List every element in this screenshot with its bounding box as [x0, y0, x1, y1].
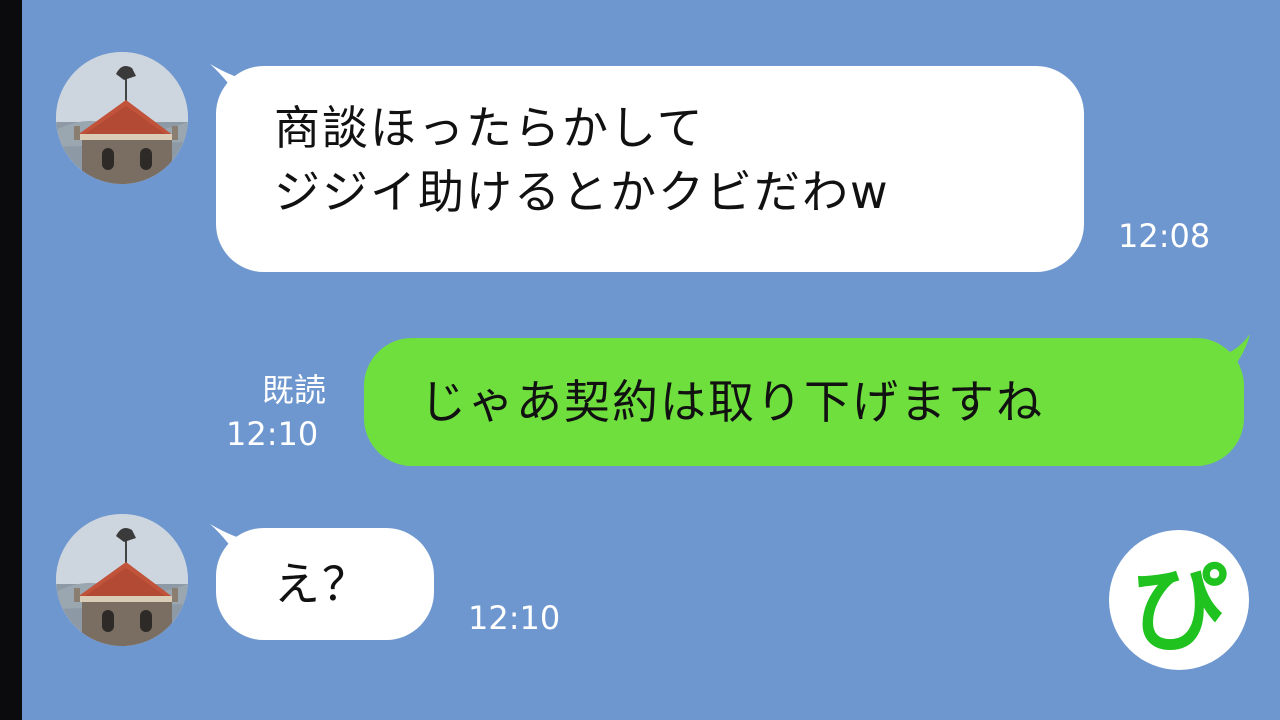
message-time: 12:10 [226, 415, 319, 453]
message-text-line: ジジイ助けるとかクビだわw [274, 165, 890, 219]
tower-weathervane-avatar-icon [56, 52, 188, 184]
pi-logo-icon: ぴ [1109, 530, 1249, 670]
message-time: 12:08 [1118, 217, 1211, 255]
pi-logo-glyph: ぴ [1131, 552, 1227, 665]
chat-screen: 商談ほったらかして ジジイ助けるとかクビだわw 12:08 既読 12:10 じ… [0, 0, 1280, 720]
message-bubble-outgoing[interactable]: じゃあ契約は取り下げますね [364, 338, 1244, 466]
message-text-line: え？ [274, 557, 370, 611]
contact-avatar[interactable] [56, 52, 188, 184]
tower-weathervane-avatar-icon [56, 514, 188, 646]
message-time: 12:10 [468, 599, 561, 637]
message-bubble-incoming[interactable]: え？ [216, 528, 434, 640]
contact-avatar[interactable] [56, 514, 188, 646]
message-bubble-incoming[interactable]: 商談ほったらかして ジジイ助けるとかクビだわw [216, 66, 1084, 272]
message-text-line: じゃあ契約は取り下げますね [420, 375, 1044, 429]
device-frame-edge [0, 0, 22, 720]
message-text-line: 商談ほったらかして [274, 101, 705, 155]
read-receipt: 既読 [262, 371, 327, 409]
